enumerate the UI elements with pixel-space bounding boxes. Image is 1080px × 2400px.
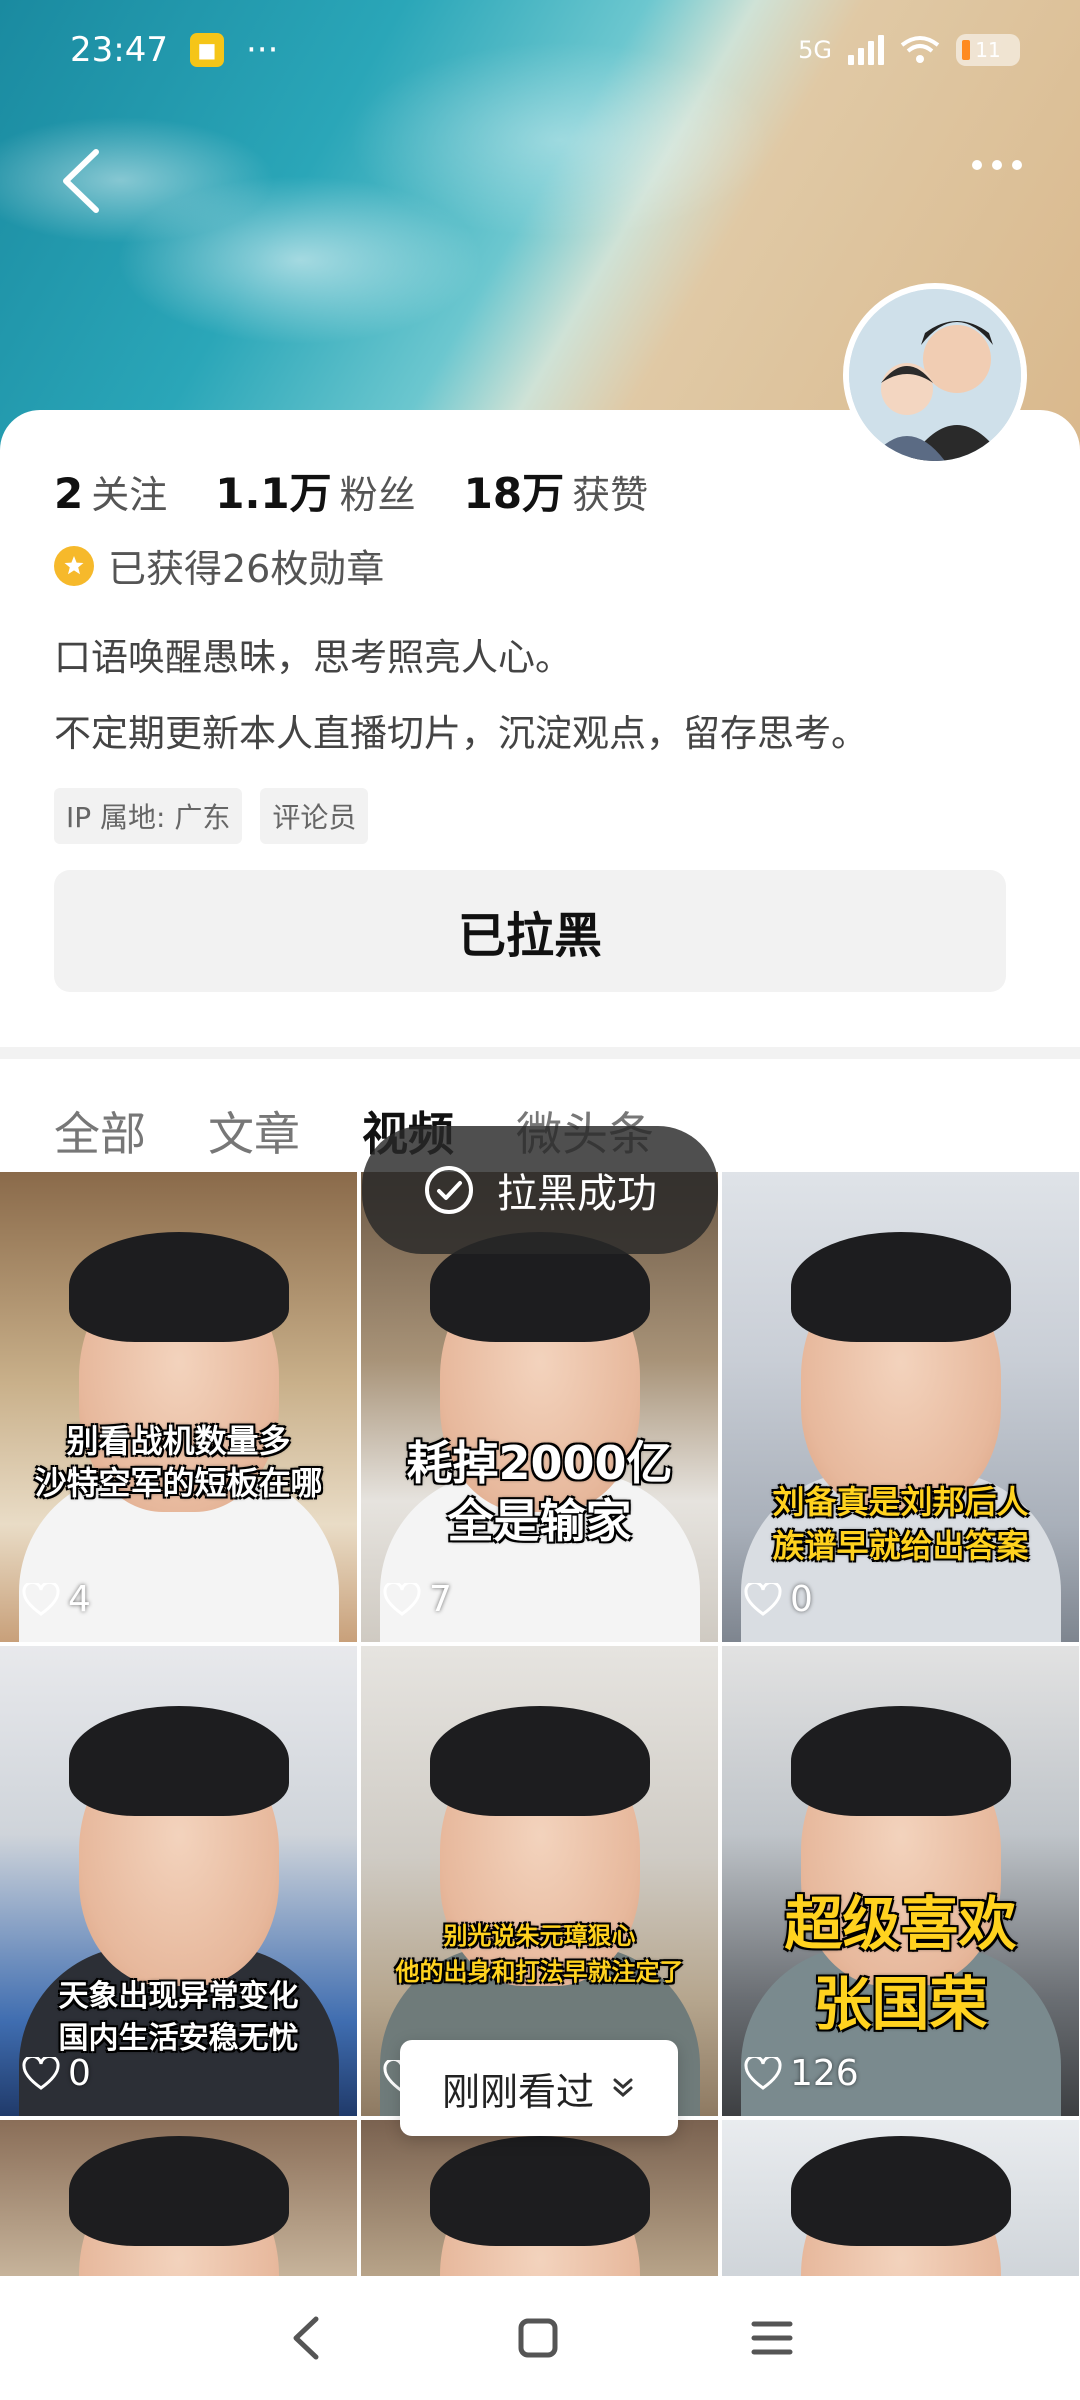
- video-card[interactable]: [722, 2120, 1079, 2280]
- block-success-toast: 拉黑成功: [362, 1126, 718, 1254]
- bio: 口语唤醒愚昧，思考照亮人心。 不定期更新本人直播切片，沉淀观点，留存思考。: [54, 620, 868, 772]
- network-type: 5G: [798, 36, 832, 64]
- section-divider: [0, 1047, 1080, 1059]
- system-nav-bar: [0, 2276, 1080, 2400]
- following-label: 关注: [91, 473, 168, 517]
- heart-icon: [383, 1582, 421, 1616]
- video-caption: 天象出现异常变化: [58, 1979, 299, 2014]
- role-tag: 评论员: [260, 788, 369, 844]
- video-caption: 沙特空军的短板在哪: [34, 1464, 323, 1502]
- video-caption: 族谱早就给出答案: [772, 1527, 1029, 1565]
- nav-back-icon[interactable]: [286, 2313, 326, 2363]
- heart-icon: [22, 1582, 60, 1616]
- avatar[interactable]: [843, 283, 1027, 467]
- like-count-value: 126: [790, 2053, 859, 2094]
- followers-stat[interactable]: 1.1万 粉丝: [215, 460, 415, 521]
- tab-all[interactable]: 全部: [54, 1098, 146, 1164]
- medal-text: 已获得26枚勋章: [108, 547, 385, 591]
- video-caption: 刘备真是刘邦后人: [772, 1483, 1029, 1521]
- wifi-icon: [900, 36, 940, 63]
- like-count-value: 7: [429, 1579, 452, 1620]
- video-caption: 全是输家: [447, 1494, 632, 1548]
- video-card[interactable]: [0, 2120, 357, 2280]
- signal-icon: [848, 35, 884, 65]
- medal-row[interactable]: 已获得26枚勋章: [54, 538, 384, 593]
- video-caption: 耗掉2000亿: [406, 1436, 673, 1490]
- following-stat[interactable]: 2 关注: [54, 464, 167, 519]
- nav-home-icon[interactable]: [516, 2316, 560, 2360]
- video-card[interactable]: 天象出现异常变化 国内生活安稳无忧 0: [0, 1646, 357, 2116]
- followers-count: 1.1万: [215, 469, 332, 518]
- back-button[interactable]: [56, 146, 106, 216]
- heart-icon: [744, 2056, 782, 2090]
- following-count: 2: [54, 469, 84, 518]
- battery-level: 11: [975, 38, 1001, 62]
- like-count-value: 0: [790, 1579, 813, 1620]
- bio-line: 口语唤醒愚昧，思考照亮人心。: [54, 636, 572, 679]
- status-time: 23:47: [70, 30, 168, 70]
- more-options-button[interactable]: [972, 160, 1022, 170]
- video-card[interactable]: 超级喜欢 张国荣 126: [722, 1646, 1079, 2116]
- ip-location-tag: IP 属地: 广东: [54, 788, 243, 844]
- like-count-value: 4: [68, 1579, 91, 1620]
- tab-articles[interactable]: 文章: [208, 1098, 300, 1164]
- likes-label: 获赞: [572, 473, 649, 517]
- profile-tags: IP 属地: 广东 评论员: [54, 788, 369, 844]
- status-bar: 23:47 ■ ··· 5G 11: [0, 0, 1080, 100]
- avatar-image: [849, 289, 1021, 461]
- video-caption: 别看战机数量多: [66, 1422, 291, 1460]
- like-count: 126: [744, 2053, 859, 2094]
- like-count: 0: [744, 1579, 813, 1620]
- bio-line: 不定期更新本人直播切片，沉淀观点，留存思考。: [54, 712, 868, 755]
- video-card[interactable]: [361, 2120, 718, 2280]
- video-caption: 超级喜欢: [784, 1890, 1017, 1958]
- like-count: 4: [22, 1579, 91, 1620]
- nav-menu-icon[interactable]: [750, 2318, 794, 2358]
- profile-stats: 2 关注 1.1万 粉丝 18万 获赞: [54, 460, 648, 521]
- recently-viewed-label: 刚刚看过: [441, 2069, 594, 2114]
- heart-icon: [744, 1582, 782, 1616]
- chevron-down-double-icon: [613, 2078, 633, 2097]
- likes-count: 18万: [463, 469, 565, 518]
- likes-stat[interactable]: 18万 获赞: [464, 460, 648, 521]
- video-caption: 他的出身和打法早就注定了: [395, 1958, 684, 1986]
- blocked-button[interactable]: 已拉黑: [54, 870, 1006, 992]
- video-caption: 别光说朱元璋狠心: [443, 1922, 636, 1950]
- like-count: 0: [22, 2053, 91, 2094]
- like-count-value: 0: [68, 2053, 91, 2094]
- recently-viewed-button[interactable]: 刚刚看过: [400, 2040, 678, 2136]
- heart-icon: [22, 2056, 60, 2090]
- battery-icon: 11: [956, 34, 1020, 66]
- like-count: 7: [383, 1579, 452, 1620]
- app-notification-icon: ■: [189, 33, 224, 67]
- followers-label: 粉丝: [339, 473, 416, 517]
- toast-text: 拉黑成功: [497, 1171, 657, 1217]
- check-circle-icon: [425, 1166, 473, 1214]
- medal-icon: [54, 545, 94, 586]
- video-card[interactable]: 刘备真是刘邦后人 族谱早就给出答案 0: [722, 1172, 1079, 1642]
- status-more-icon: ···: [245, 30, 279, 70]
- profile-card: 2 关注 1.1万 粉丝 18万 获赞 已获得26枚勋章 口语唤醒愚昧，思考照亮人心。…: [0, 410, 1080, 1050]
- video-caption: 张国荣: [813, 1970, 988, 2038]
- video-card[interactable]: 别看战机数量多 沙特空军的短板在哪 4: [0, 1172, 357, 1642]
